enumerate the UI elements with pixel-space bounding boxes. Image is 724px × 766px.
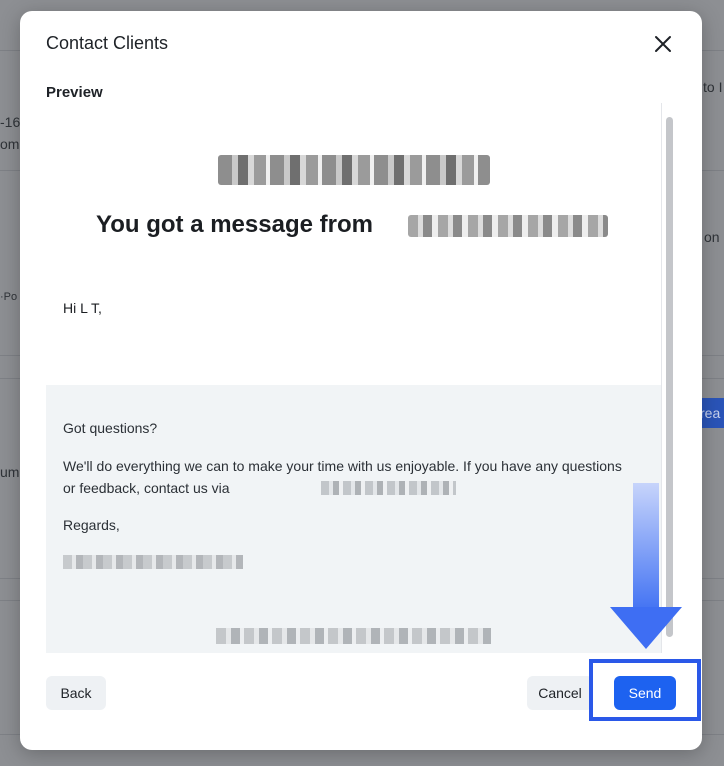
redacted-contact [321,481,456,495]
redacted-footer-note [216,628,491,644]
email-greeting: Hi L T, [63,300,102,316]
preview-label: Preview [46,84,103,101]
back-button[interactable]: Back [46,676,106,710]
contact-clients-dialog: Contact Clients Preview You got a messag… [20,11,702,750]
email-headline: You got a message from [96,211,373,238]
regards-text: Regards, [63,517,120,533]
bg-text: um [0,464,20,480]
bg-text: ·Po [0,291,18,303]
close-icon[interactable] [654,35,672,53]
arrow-head-icon [610,607,682,649]
bg-text: -16 [0,114,21,130]
send-highlight-box [589,659,701,721]
bg-text: on [704,229,720,245]
cancel-button[interactable]: Cancel [527,676,593,710]
email-footer-section: Got questions? We'll do everything we ca… [46,385,661,653]
questions-heading: Got questions? [63,420,158,436]
preview-scrollbar[interactable] [661,103,676,653]
scrollbar-thumb[interactable] [666,117,673,637]
bg-text: om [0,136,20,152]
dialog-title: Contact Clients [46,33,169,53]
redacted-signature [63,555,243,569]
bg-text: to I [703,79,723,95]
redacted-sender-name [218,155,490,185]
redacted-sender-inline [408,215,608,237]
email-preview[interactable]: You got a message from Hi L T, Got quest… [46,103,676,653]
arrow-down-icon [633,483,659,609]
